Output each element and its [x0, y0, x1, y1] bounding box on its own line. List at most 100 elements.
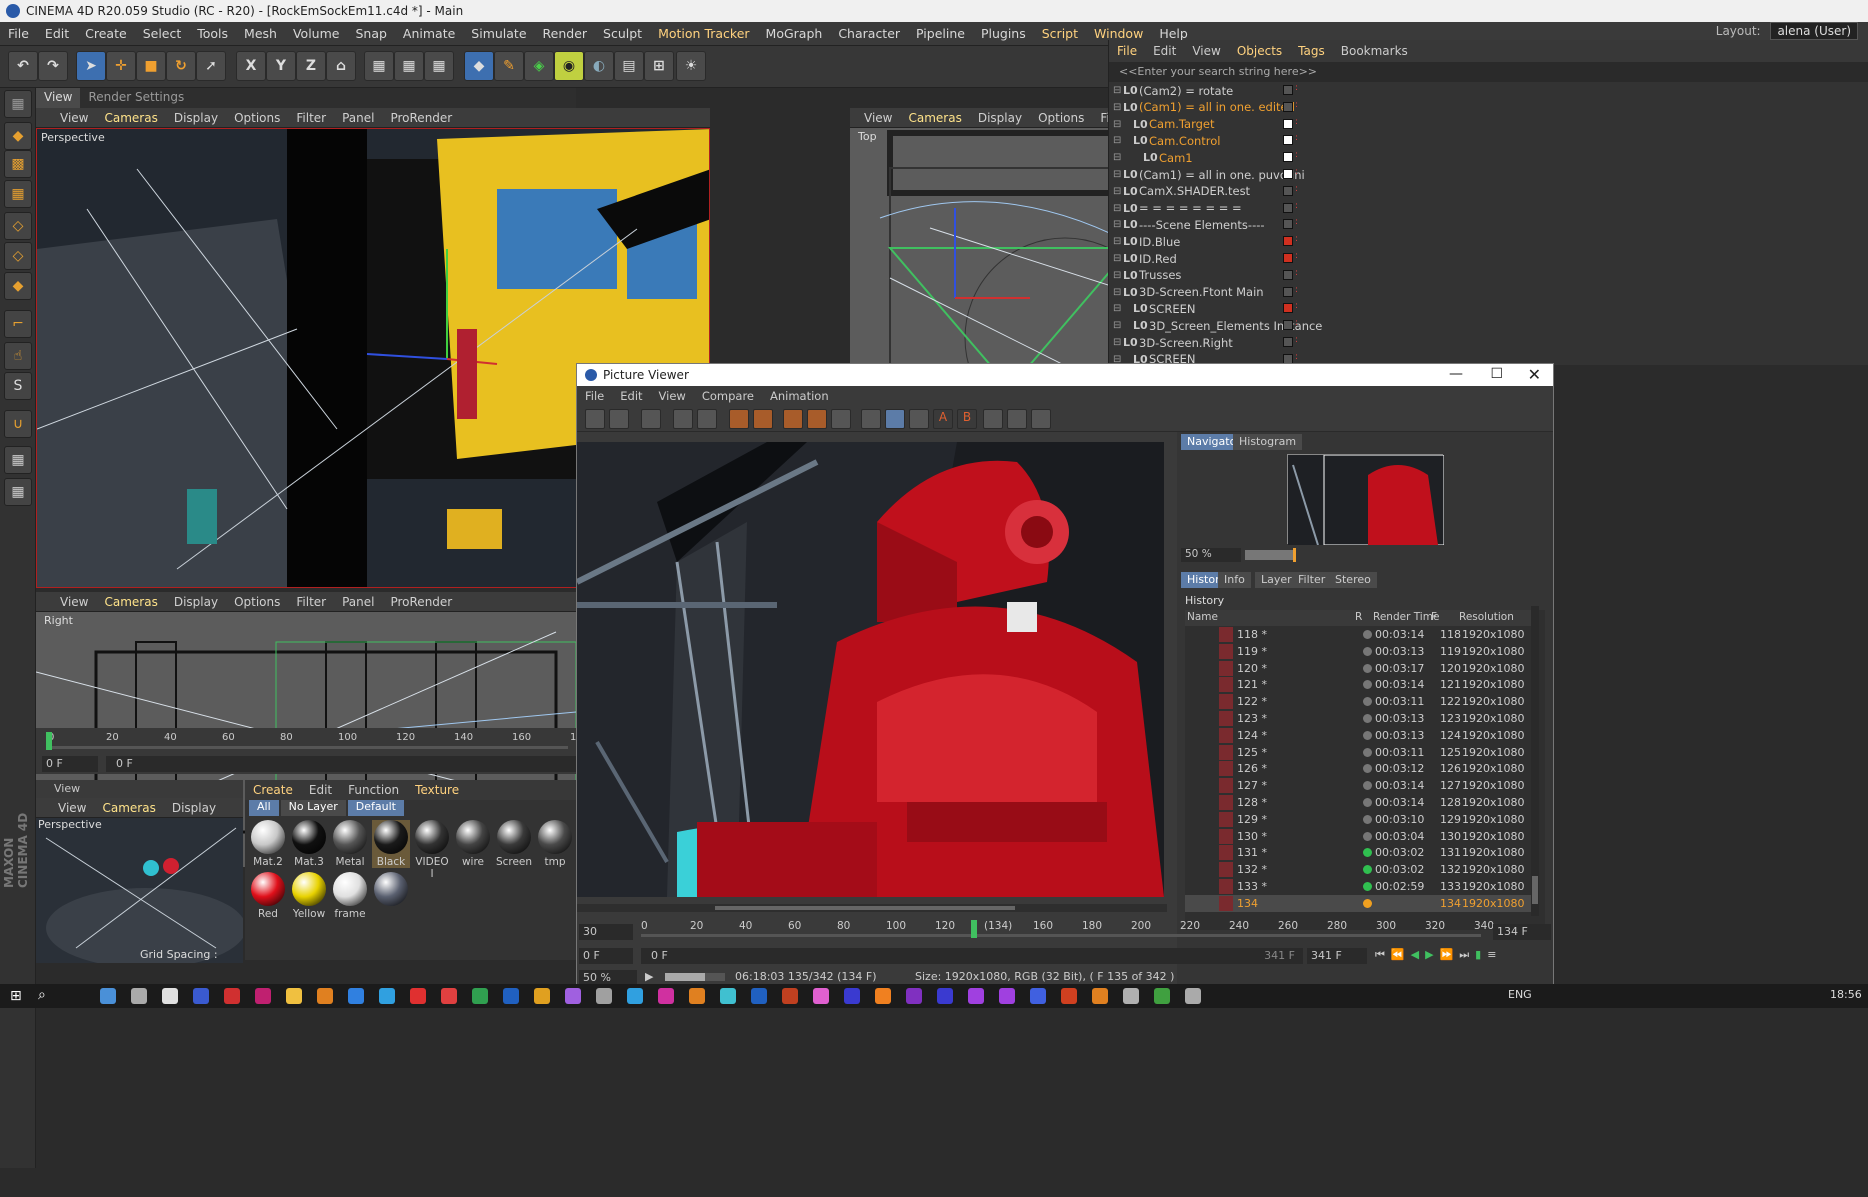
history-scrollbar[interactable] [1531, 606, 1539, 916]
expand-icon[interactable]: ⊟ [1113, 186, 1121, 197]
layer-color-swatch[interactable] [1283, 169, 1293, 179]
taskbar-app-icon[interactable] [658, 988, 674, 1004]
axis-mode-icon[interactable]: ⌐ [4, 310, 32, 338]
visibility-dots-icon[interactable]: : [1295, 268, 1298, 278]
taskbar-app-icon[interactable] [968, 988, 984, 1004]
main-frame-field-a[interactable]: 0 F [42, 756, 98, 772]
open-image-icon[interactable] [585, 409, 605, 429]
menu-edit[interactable]: Edit [37, 26, 77, 41]
layer-color-swatch[interactable] [1283, 101, 1293, 112]
visibility-dots-icon[interactable]: : [1295, 117, 1298, 127]
close-icon[interactable]: ✕ [1528, 365, 1541, 384]
copy-icon[interactable] [729, 409, 749, 429]
menu-animate[interactable]: Animate [395, 26, 463, 41]
history-row[interactable]: 130 * 00:03:04 130 1920x1080 [1185, 828, 1537, 845]
rotate-tool-icon[interactable]: ↻ [166, 51, 196, 81]
history-row[interactable]: 123 * 00:03:13 123 1920x1080 [1185, 710, 1537, 727]
rendered-image[interactable] [577, 442, 1164, 897]
taskbar-app-icon[interactable] [286, 988, 302, 1004]
mode-icon[interactable]: ▦ [4, 90, 32, 118]
prev-frame-icon[interactable]: ⏪ [1391, 948, 1405, 964]
history-row[interactable]: 121 * 00:03:14 121 1920x1080 [1185, 676, 1537, 693]
history-row[interactable]: 125 * 00:03:11 125 1920x1080 [1185, 744, 1537, 761]
vp1-menu-prorender[interactable]: ProRender [382, 111, 460, 125]
taskbar-app-icon[interactable] [689, 988, 705, 1004]
taskbar-app-icon[interactable] [379, 988, 395, 1004]
material-swatch[interactable]: VIDEO I [413, 820, 451, 880]
vp1-menu-display[interactable]: Display [166, 111, 226, 125]
split-view-icon[interactable] [885, 409, 905, 429]
taskbar-app-icon[interactable] [937, 988, 953, 1004]
history-row[interactable]: 128 * 00:03:14 128 1920x1080 [1185, 794, 1537, 811]
pv-menu-animation[interactable]: Animation [762, 389, 837, 403]
tab-stereo[interactable]: Stereo [1329, 572, 1377, 588]
object-menu-view[interactable]: View [1184, 44, 1228, 58]
taskbar-app-icon[interactable] [1185, 988, 1201, 1004]
layout-2-icon[interactable] [1007, 409, 1027, 429]
texture-mode-icon[interactable]: ▩ [4, 150, 32, 178]
main-timeline-playhead[interactable] [46, 732, 52, 750]
object-search-input[interactable]: <<Enter your search string here>> [1109, 62, 1868, 82]
visibility-dots-icon[interactable]: : [1295, 251, 1298, 261]
expand-icon[interactable]: ⊟ [1113, 287, 1121, 298]
pv-timeline-track[interactable] [641, 934, 1481, 937]
model-mode-icon[interactable]: ◆ [4, 122, 32, 150]
menu-file[interactable]: File [0, 26, 37, 41]
menu-mesh[interactable]: Mesh [236, 26, 285, 41]
object-row[interactable]: ⊟ L0 Trusses: [1109, 267, 1868, 284]
viewport-small-perspective[interactable]: Perspective Grid Spacing : 1000 cm [36, 818, 243, 963]
main-timeline[interactable]: 020406080100120140160180 0 F 0 F [36, 728, 589, 774]
object-row[interactable]: ⊟ L0 SCREEN: [1109, 300, 1868, 317]
small-menu-view[interactable]: View [50, 801, 94, 815]
visibility-dots-icon[interactable]: : [1295, 201, 1298, 211]
history-scrollbar-thumb[interactable] [1532, 876, 1538, 904]
taskbar-app-icon[interactable] [441, 988, 457, 1004]
history-row[interactable]: 133 * 00:02:59 133 1920x1080 [1185, 878, 1537, 895]
taskbar-app-icon[interactable] [782, 988, 798, 1004]
object-menu-edit[interactable]: Edit [1145, 44, 1184, 58]
object-row[interactable]: ⊟ L0 Cam1: [1109, 149, 1868, 166]
history-column-resolution[interactable]: Resolution [1459, 611, 1514, 623]
edges-mode-icon[interactable]: ◇ [4, 242, 32, 270]
navigator-zoom-field[interactable]: 50 % [1181, 548, 1241, 562]
object-row[interactable]: ⊟ L0 ID.Red: [1109, 250, 1868, 267]
layer-color-swatch[interactable] [1283, 337, 1293, 347]
material-menu-edit[interactable]: Edit [301, 783, 340, 797]
layer-color-swatch[interactable] [1283, 152, 1293, 163]
layer-color-swatch[interactable] [1283, 286, 1293, 297]
layer-color-swatch[interactable] [1283, 253, 1293, 263]
points-mode-icon[interactable]: ◇ [4, 212, 32, 240]
layer-color-swatch[interactable] [1283, 269, 1293, 280]
stop-render-icon[interactable] [831, 409, 851, 429]
split-horizontal-icon[interactable] [909, 409, 929, 429]
history-row[interactable]: 126 * 00:03:12 126 1920x1080 [1185, 760, 1537, 777]
layer-color-swatch[interactable] [1283, 135, 1293, 146]
visibility-dots-icon[interactable]: : [1295, 167, 1298, 177]
taskbar-app-icon[interactable] [875, 988, 891, 1004]
menu-render[interactable]: Render [535, 26, 596, 41]
object-menu-objects[interactable]: Objects [1229, 44, 1290, 58]
material-swatch[interactable]: Mat.3 [290, 820, 328, 868]
expand-icon[interactable]: ⊟ [1113, 253, 1121, 264]
expand-icon[interactable]: ⊟ [1113, 102, 1121, 113]
object-row[interactable]: ⊟ L0 (Cam2) = rotate: [1109, 82, 1868, 99]
visibility-dots-icon[interactable]: : [1295, 133, 1298, 143]
history-row[interactable]: 122 * 00:03:11 122 1920x1080 [1185, 693, 1537, 710]
subdivision-icon[interactable]: ◈ [524, 51, 554, 81]
visibility-dots-icon[interactable]: : [1295, 318, 1298, 328]
expand-icon[interactable]: ⊟ [1113, 119, 1121, 130]
menu-script[interactable]: Script [1034, 26, 1086, 41]
visibility-dots-icon[interactable]: : [1295, 83, 1298, 93]
save-image-icon[interactable] [609, 409, 629, 429]
taskbar-app-icon[interactable] [844, 988, 860, 1004]
snap-icon[interactable]: S [4, 372, 32, 400]
material-swatch[interactable]: frame [331, 872, 369, 920]
taskbar-app-icon[interactable] [162, 988, 178, 1004]
visibility-dots-icon[interactable]: : [1295, 217, 1298, 227]
cube-object-icon[interactable]: ◆ [464, 51, 494, 81]
clock[interactable]: 18:56 [1830, 988, 1862, 1001]
pv-timeline-end-field[interactable]: 134 F [1493, 924, 1551, 940]
object-row[interactable]: ⊟ L0 Cam.Target: [1109, 116, 1868, 133]
taskbar-app-icon[interactable] [565, 988, 581, 1004]
object-row[interactable]: ⊟ L0 CamX.SHADER.test: [1109, 183, 1868, 200]
